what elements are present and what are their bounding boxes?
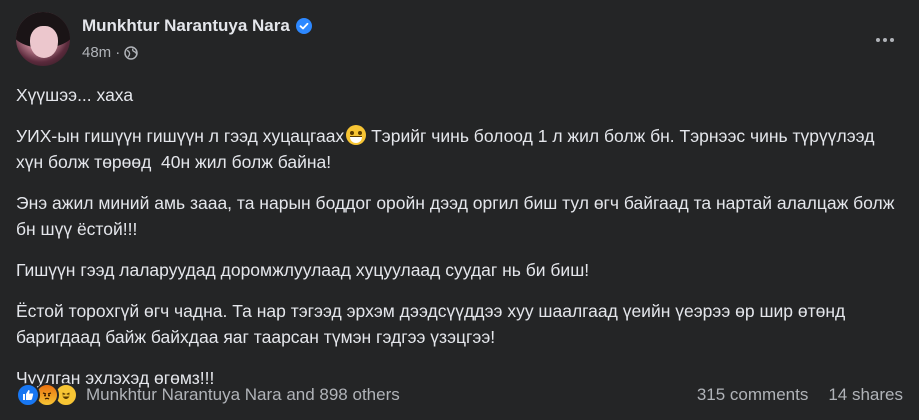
meta-separator: · [115,44,121,61]
comments-count[interactable]: 315 comments [697,385,809,405]
post-paragraph: Гишүүн гээд лаларуудад доромжлуулаад хуц… [16,260,590,280]
post-paragraph: Энэ ажил миний амь зааа, та нарын боддог… [16,193,900,239]
author-line: Munkhtur Narantuya Nara [82,16,312,36]
post-meta: 48m · [82,44,138,61]
shares-count[interactable]: 14 shares [828,385,903,405]
post-paragraph: УИХ-ын гишүүн гишүүн л гээд хуцацгаах Тэ… [16,125,880,172]
post-time[interactable]: 48m [82,44,111,61]
post-header: Munkhtur Narantuya Nara 48m · [16,12,903,72]
grinning-emoji-icon [346,125,367,145]
post-body: Хүүшээ... хаха УИХ-ын гишүүн гишүүн л гэ… [16,82,896,391]
author-avatar[interactable] [16,12,70,66]
like-icon [16,383,40,407]
post-paragraph: Ёстой торохгүй өгч чадна. Та нар тэгээд … [16,301,851,347]
author-name[interactable]: Munkhtur Narantuya Nara [82,16,290,36]
more-options-icon[interactable] [867,28,903,52]
post-paragraph: Хүүшээ... хаха [16,85,134,105]
reaction-names[interactable]: Munkhtur Narantuya Nara and 898 others [86,385,400,405]
engagement-counts: 315 comments 14 shares [697,385,903,405]
globe-icon[interactable] [124,45,138,60]
verified-icon [295,18,312,34]
post-footer: Munkhtur Narantuya Nara and 898 others 3… [16,381,903,409]
reaction-icons[interactable] [16,383,78,407]
